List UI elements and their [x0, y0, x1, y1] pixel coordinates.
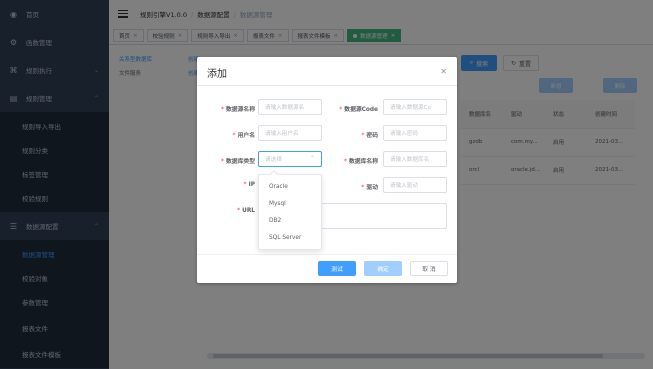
- username-input[interactable]: 请输入用户名: [258, 125, 322, 141]
- option-db2[interactable]: DB2: [259, 212, 321, 229]
- option-mysql[interactable]: Mysql: [259, 195, 321, 212]
- username-label: * 用户名: [232, 133, 255, 139]
- ds-name-label: * 数据源名称: [220, 107, 255, 113]
- url-label: * URL: [237, 208, 255, 214]
- add-datasource-dialog: 添加 ✕ * 数据源名称 请输入数据源名 * 数据源Code 请输入数据源Co * 用…: [197, 57, 457, 283]
- divider: [197, 254, 457, 255]
- divider: [197, 85, 457, 86]
- driver-input[interactable]: 请输入驱动: [383, 177, 447, 193]
- ds-name-input[interactable]: 请输入数据源名: [258, 99, 322, 115]
- driver-label: * 驱动: [361, 185, 378, 191]
- option-sql-server[interactable]: SQL Server: [259, 229, 321, 246]
- db-name-label: * 数据库名称: [343, 159, 378, 165]
- ip-label: * IP: [243, 182, 255, 188]
- ds-code-label: * 数据源Code: [339, 107, 378, 113]
- db-name-input[interactable]: 请输入数据库名: [383, 151, 447, 167]
- option-oracle[interactable]: Oracle: [259, 178, 321, 195]
- test-button[interactable]: 测试: [318, 261, 356, 276]
- db-type-label: * 数据库类型: [220, 159, 255, 165]
- dialog-title: 添加: [207, 69, 227, 80]
- password-label: * 密码: [361, 133, 378, 139]
- password-input[interactable]: 请输入密码: [383, 125, 447, 141]
- db-type-dropdown: Oracle Mysql DB2 SQL Server: [258, 169, 322, 250]
- confirm-button[interactable]: 确定: [364, 261, 402, 276]
- ds-code-input[interactable]: 请输入数据源Co: [383, 99, 447, 115]
- chevron-up-icon: ⌃: [309, 155, 315, 162]
- close-icon[interactable]: ✕: [440, 67, 447, 76]
- cancel-button[interactable]: 取 消: [410, 261, 448, 276]
- db-type-select[interactable]: 请选择 ⌃: [258, 151, 322, 167]
